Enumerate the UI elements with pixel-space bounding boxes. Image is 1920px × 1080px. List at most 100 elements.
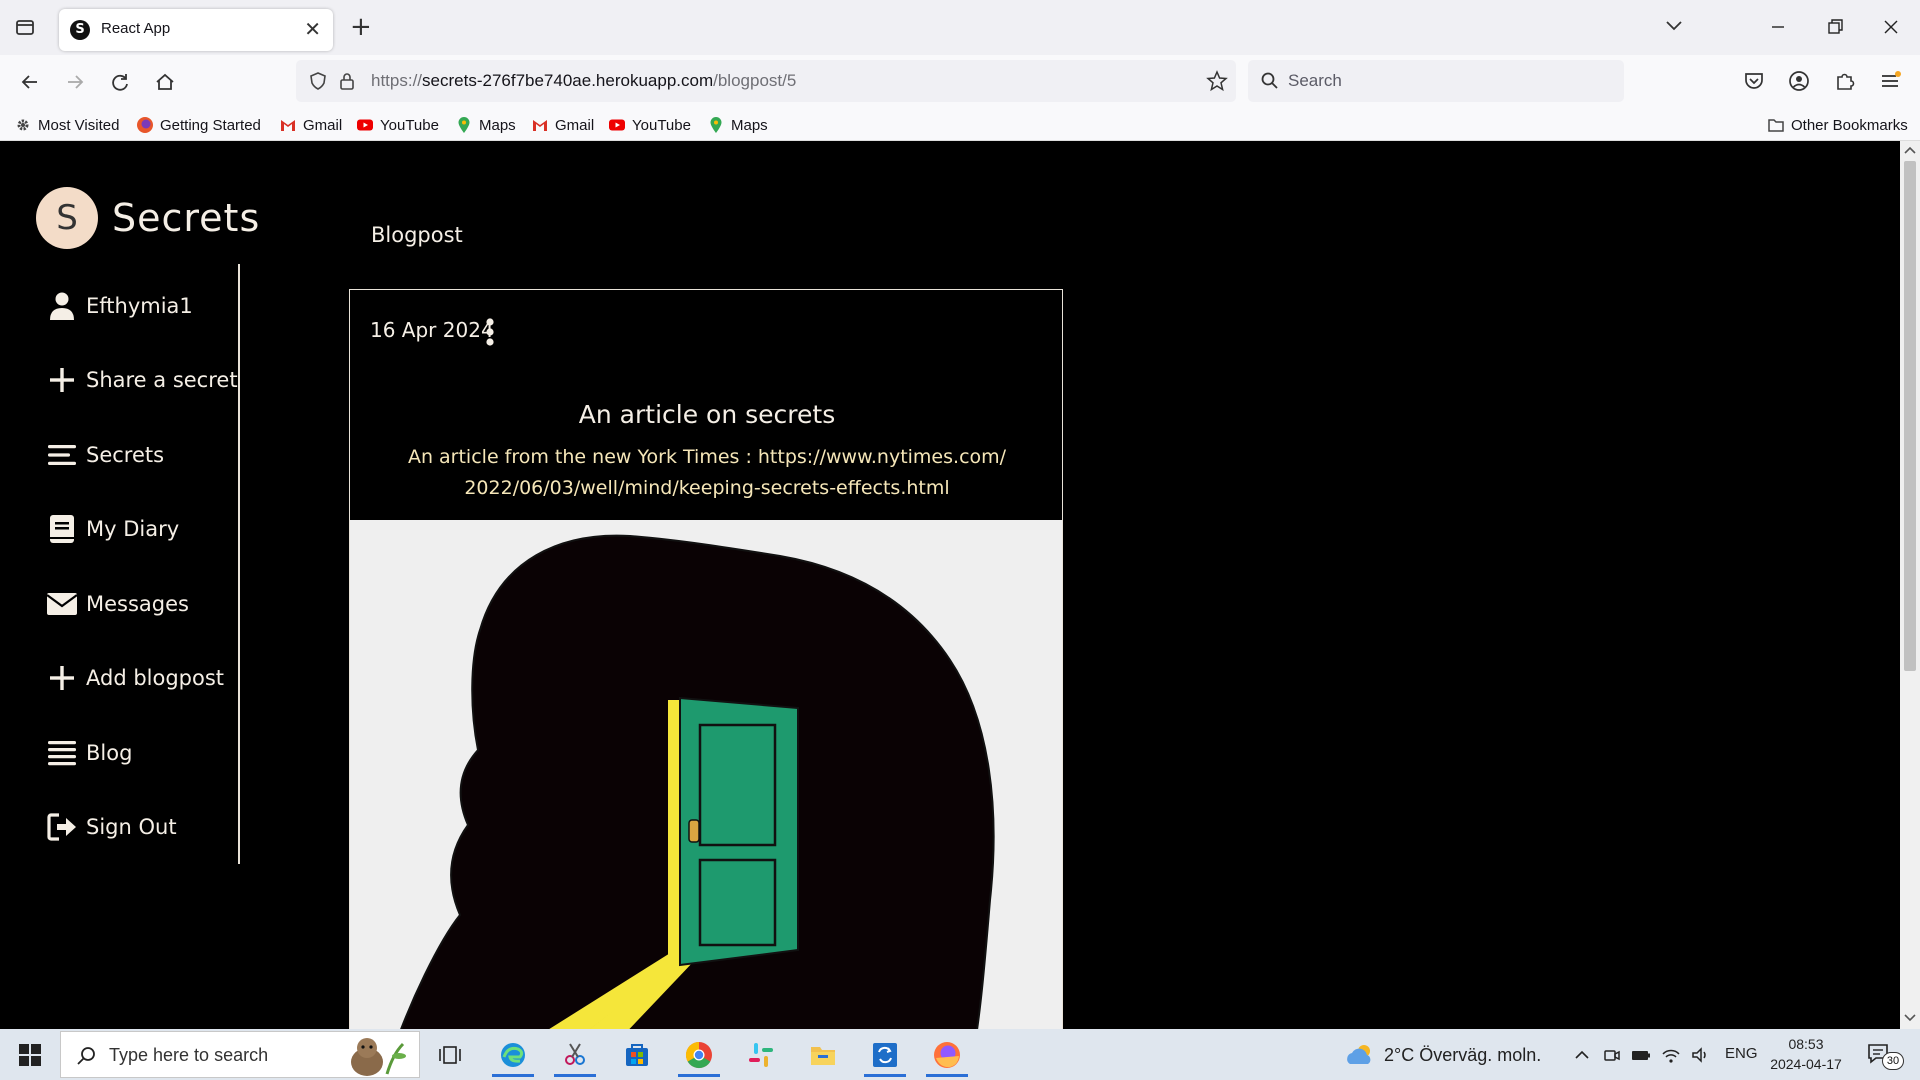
windows-start-icon[interactable]	[18, 1043, 42, 1067]
blue-sync-app-icon	[873, 1043, 897, 1067]
lock-icon[interactable]	[338, 71, 356, 91]
sidebar-item-blog[interactable]: Blog	[46, 733, 132, 773]
bookmark-youtube[interactable]: YouTube	[608, 114, 691, 136]
url-scheme: https://	[371, 71, 423, 90]
url-host: secrets-276f7be740ae.herokuapp.com	[422, 71, 714, 90]
volume-speaker-icon[interactable]	[1690, 1045, 1710, 1065]
sidebar-item-label: Sign Out	[86, 815, 177, 839]
sidebar-item-secrets[interactable]: Secrets	[46, 435, 164, 475]
snipping-tool-icon	[565, 1043, 585, 1065]
slack-icon	[749, 1043, 773, 1067]
notification-count-badge: 30	[1882, 1052, 1904, 1070]
taskbar-store[interactable]	[612, 1035, 662, 1077]
sidebar-item-my-diary[interactable]: My Diary	[46, 509, 179, 549]
sidebar-item-sign-out[interactable]: Sign Out	[46, 807, 177, 847]
bookmark-maps[interactable]: Maps	[455, 114, 516, 136]
extensions-puzzle-icon[interactable]	[1832, 68, 1858, 94]
page-title: Blogpost	[371, 223, 463, 247]
close-window-icon[interactable]	[1876, 12, 1906, 42]
home-icon[interactable]	[150, 67, 180, 97]
taskbar-edge[interactable]	[488, 1035, 538, 1077]
more-options-vertical-icon[interactable]	[483, 318, 497, 348]
wifi-icon[interactable]	[1661, 1045, 1681, 1065]
scroll-down-chevron-icon[interactable]	[1904, 1013, 1916, 1023]
bookmark-youtube[interactable]: YouTube	[356, 114, 439, 136]
scrollbar-thumb[interactable]	[1904, 161, 1916, 671]
tracking-protection-shield-icon[interactable]	[308, 71, 328, 91]
show-hidden-icons-chevron-up-icon[interactable]	[1572, 1045, 1592, 1065]
bookmark-gmail[interactable]: Gmail	[279, 114, 342, 136]
bookmarks-toolbar: Most Visited Getting Started Gmail YouTu…	[0, 108, 1920, 141]
scroll-up-chevron-icon[interactable]	[1904, 145, 1916, 155]
running-indicator	[678, 1074, 720, 1077]
bookmark-star-icon[interactable]	[1206, 70, 1228, 92]
taskbar-file-explorer[interactable]	[798, 1035, 848, 1077]
meet-camera-icon[interactable]	[1602, 1045, 1622, 1065]
active-tab[interactable]: S React App ✕	[59, 9, 333, 51]
restore-window-icon[interactable]	[1820, 12, 1850, 42]
plus-icon	[50, 666, 74, 690]
taskbar-task-view[interactable]	[425, 1035, 475, 1077]
logo-badge: S	[36, 187, 98, 249]
search-placeholder: Search	[1288, 71, 1342, 90]
taskbar-search-box[interactable]: Type here to search	[60, 1031, 420, 1078]
sidebar-item-label: Secrets	[86, 443, 165, 467]
tab-list-icon[interactable]	[10, 12, 40, 42]
bookmark-gmail[interactable]: Gmail	[531, 114, 594, 136]
other-bookmarks[interactable]: Other Bookmarks	[1767, 114, 1908, 136]
pocket-icon[interactable]	[1741, 68, 1767, 94]
weather-text: 2°C Överväg. moln.	[1384, 1044, 1542, 1065]
post-body-line: 2022/06/03/well/mind/keeping-secrets-eff…	[464, 477, 950, 499]
gear-icon	[17, 119, 29, 131]
forward-arrow-icon[interactable]	[60, 67, 90, 97]
taskbar-clock[interactable]: 08:53 2024-04-17	[1768, 1034, 1844, 1074]
task-view-icon	[439, 1046, 461, 1064]
tab-close-icon[interactable]: ✕	[304, 17, 321, 41]
sidebar-item-add-blogpost[interactable]: Add blogpost	[46, 658, 224, 698]
page-scrollbar[interactable]	[1900, 141, 1920, 1029]
bookmark-label: YouTube	[380, 116, 439, 134]
file-explorer-folder-icon	[811, 1047, 835, 1065]
gmail-icon	[281, 120, 295, 131]
bookmark-label: Maps	[479, 116, 516, 134]
minimize-window-icon[interactable]	[1763, 12, 1793, 42]
sidebar-item-share-secret[interactable]: Share a secret	[46, 360, 238, 400]
new-tab-button[interactable]: +	[350, 12, 372, 42]
battery-icon[interactable]	[1631, 1045, 1651, 1065]
tab-title: React App	[101, 20, 171, 37]
running-indicator	[554, 1074, 596, 1077]
back-arrow-icon[interactable]	[15, 67, 45, 97]
envelope-icon	[46, 593, 78, 615]
taskbar-firefox[interactable]	[922, 1035, 972, 1077]
microsoft-store-icon	[626, 1044, 648, 1066]
taskbar-chrome[interactable]	[674, 1035, 724, 1077]
app-menu-hamburger-icon[interactable]	[1877, 68, 1903, 94]
address-bar[interactable]: https://secrets-276f7be740ae.herokuapp.c…	[296, 60, 1236, 102]
browser-search-box[interactable]: Search	[1248, 60, 1624, 102]
notification-center-button[interactable]: 30	[1866, 1042, 1904, 1070]
url-text[interactable]: https://secrets-276f7be740ae.herokuapp.c…	[371, 71, 796, 91]
reload-icon[interactable]	[105, 67, 135, 97]
post-title: An article on secrets	[578, 400, 836, 429]
bookmark-label: Most Visited	[38, 116, 120, 134]
bookmark-getting-started[interactable]: Getting Started	[136, 114, 261, 136]
firefox-icon	[934, 1042, 960, 1068]
taskbar-slack[interactable]	[736, 1035, 786, 1077]
sidebar-item-profile[interactable]: Efthymia1	[46, 286, 193, 326]
bookmark-most-visited[interactable]: Most Visited	[14, 114, 119, 136]
app-logo[interactable]: S Secrets	[36, 187, 260, 249]
input-language-indicator[interactable]: ENG	[1725, 1045, 1758, 1062]
search-icon	[77, 1047, 95, 1065]
taskbar-remote-app[interactable]	[860, 1035, 910, 1077]
head-silhouette-with-door-illustration	[400, 534, 995, 1029]
account-icon[interactable]	[1786, 68, 1812, 94]
list-all-tabs-chevron-down-icon[interactable]	[1662, 14, 1686, 38]
blogpost-card: 16 Apr 2024 An article on secrets An art…	[349, 289, 1063, 1029]
list-icon	[48, 741, 76, 766]
bookmark-label: Maps	[731, 116, 768, 134]
bookmark-maps[interactable]: Maps	[707, 114, 768, 136]
weather-widget[interactable]: 2°C Överväg. moln.	[1344, 1042, 1541, 1068]
search-icon	[1261, 72, 1278, 89]
sidebar-item-messages[interactable]: Messages	[46, 584, 189, 624]
taskbar-snipping[interactable]	[550, 1035, 600, 1077]
